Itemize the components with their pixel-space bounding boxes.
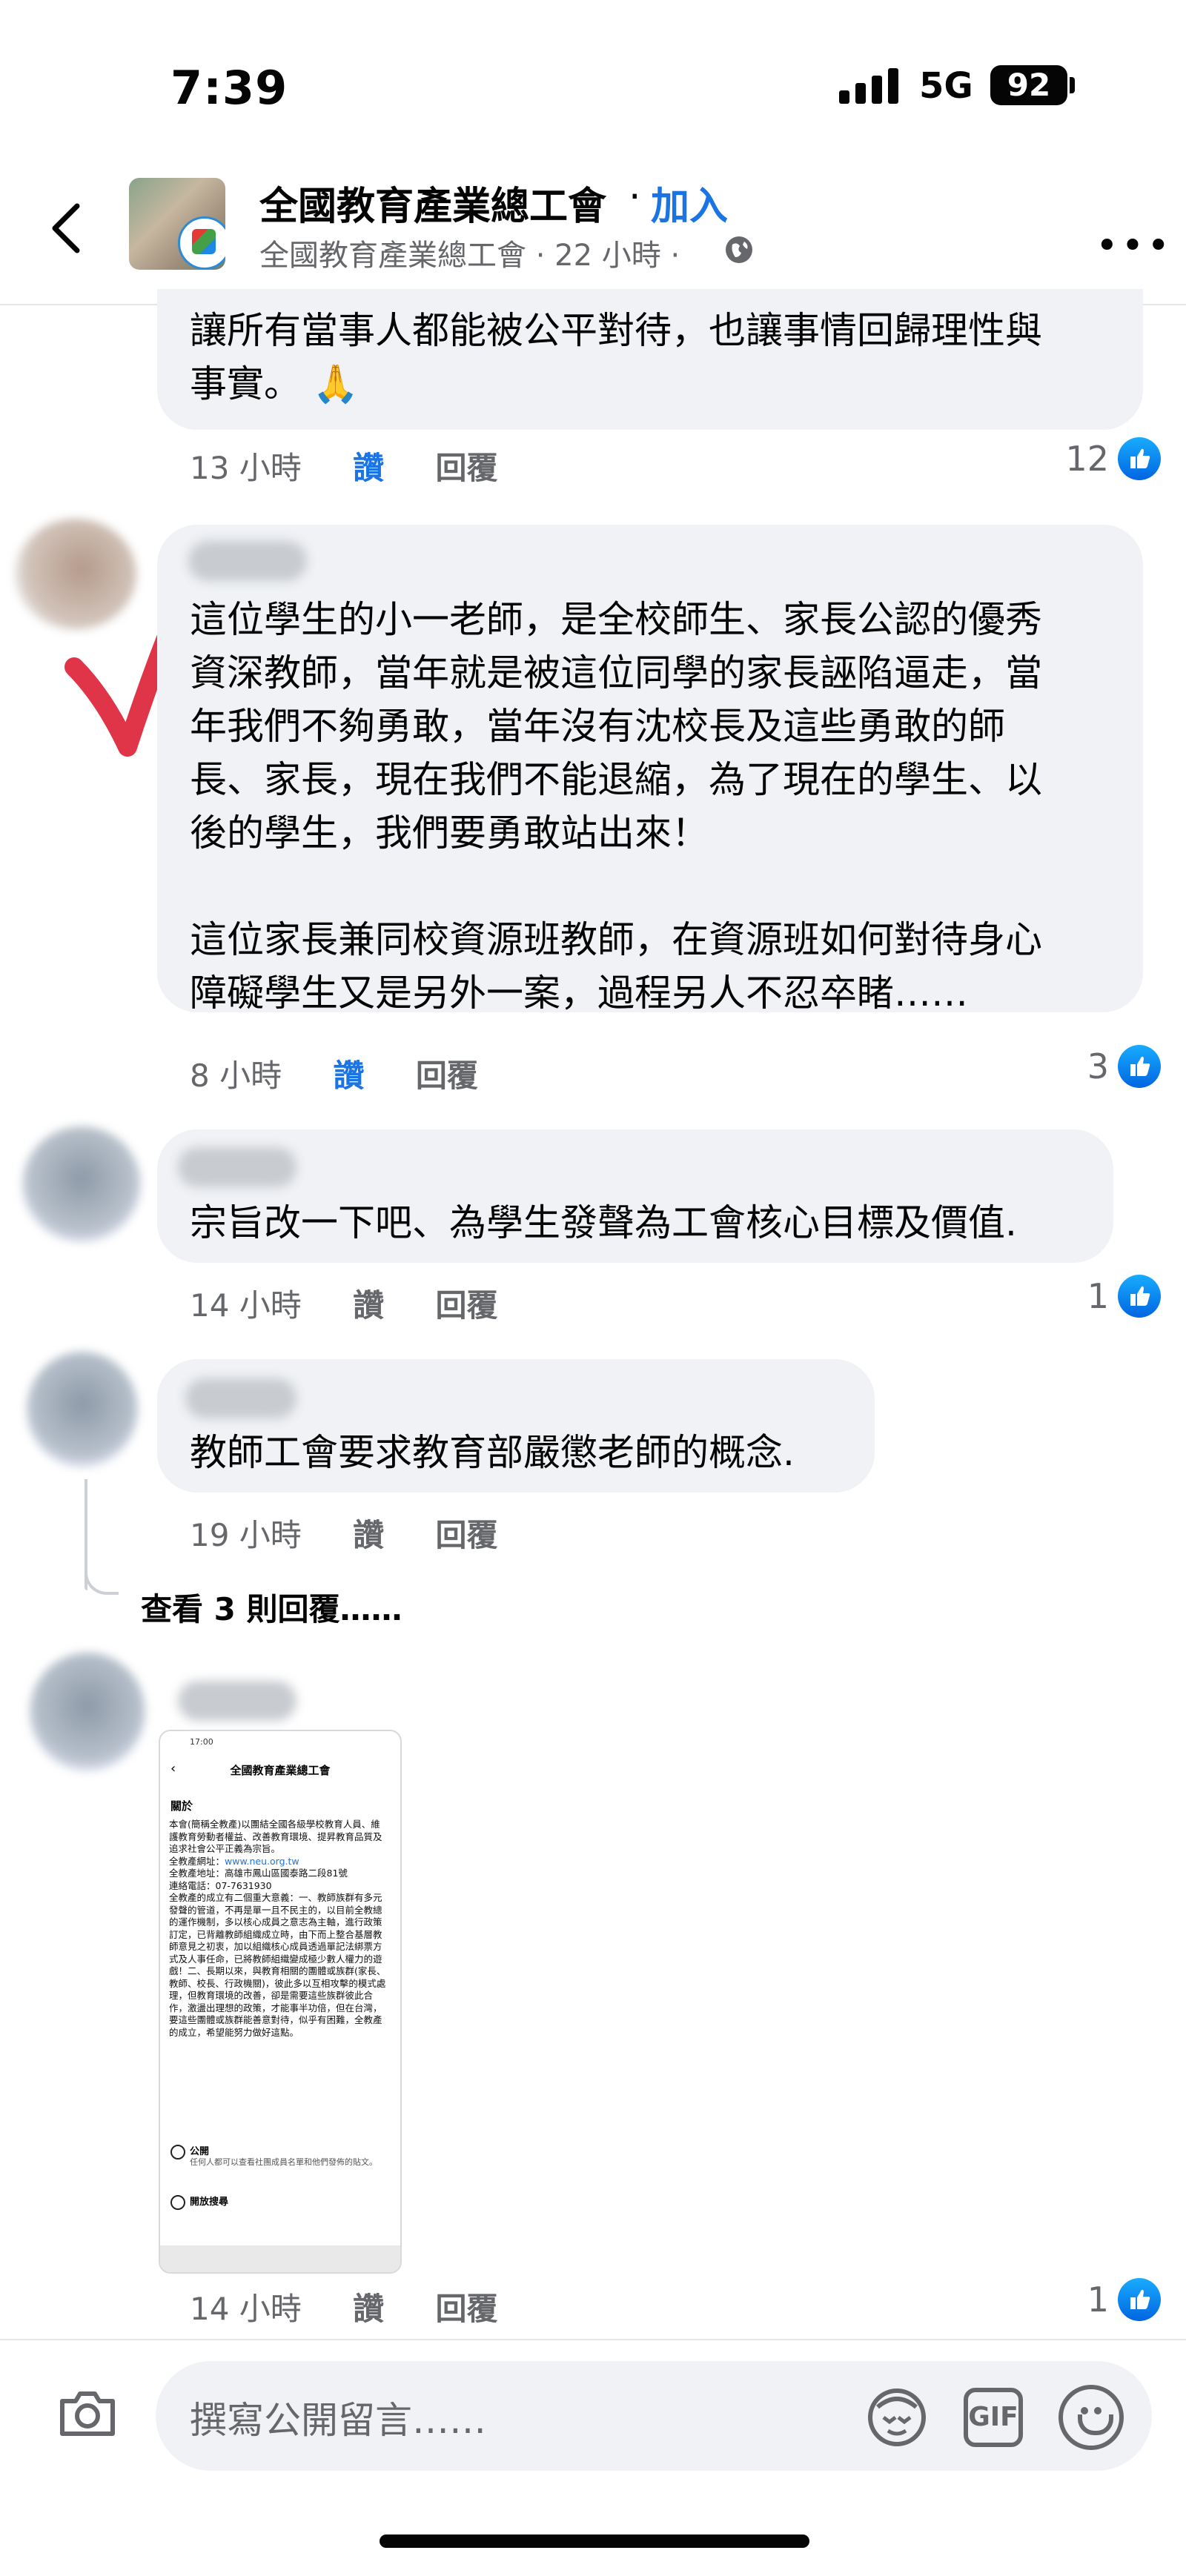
embedded-title: 全國教育產業總工會 <box>230 1764 331 1777</box>
like-button[interactable]: 讚 <box>333 1058 364 1094</box>
like-thumb-icon <box>1118 437 1161 480</box>
commenter-name <box>185 1378 296 1418</box>
avatar-sticker-icon[interactable] <box>863 2385 931 2450</box>
comment-meta: 13 小時 讚 回覆 <box>190 443 498 488</box>
embedded-body: 本會(簡稱全教產)以團結全國各級學校教育人員、維護教育勞動者權益、改善教育環境、… <box>169 1819 386 2038</box>
commenter-name <box>188 541 307 581</box>
attached-screenshot[interactable]: 17:00 ‹ 全國教育產業總工會 關於 本會(簡稱全教產)以團結全國各級學校教… <box>159 1730 402 2274</box>
like-thumb-icon <box>1118 1045 1161 1088</box>
more-icon[interactable]: ••• <box>1096 224 1173 268</box>
post-subline: 全國教育產業總工會 · 22 小時 · <box>259 239 680 273</box>
commenter-name <box>178 1681 296 1721</box>
battery-icon: 92 <box>990 65 1067 105</box>
like-count: 1 <box>1087 1276 1109 1316</box>
like-count: 1 <box>1087 2280 1109 2320</box>
comment-time: 13 小時 <box>190 450 302 486</box>
comment-time: 8 小時 <box>190 1058 282 1094</box>
avatar[interactable] <box>30 1653 145 1771</box>
reply-button[interactable]: 回覆 <box>436 1517 498 1553</box>
view-replies-link[interactable]: 查看 3 則回覆…… <box>141 1584 402 1630</box>
page-avatar[interactable] <box>129 178 225 270</box>
comment-time: 14 小時 <box>190 2291 302 2327</box>
embedded-eye-icon <box>170 2195 185 2210</box>
comment-meta: 14 小時 讚 回覆 <box>190 2284 498 2329</box>
embedded-open-label: 開放搜尋 <box>190 2197 229 2208</box>
comment-text: 宗旨改一下吧、為學生發聲為工會核心目標及價值. <box>190 1201 1017 1244</box>
camera-icon[interactable] <box>56 2388 119 2440</box>
comment-text: 教師工會要求教育部嚴懲老師的概念. <box>190 1431 795 1474</box>
back-chevron-icon[interactable] <box>44 199 89 258</box>
comment-meta: 19 小時 讚 回覆 <box>190 1510 498 1556</box>
like-thumb-icon <box>1118 1275 1161 1318</box>
embedded-status-bar: 17:00 <box>190 1737 213 1747</box>
join-button[interactable]: 加入 <box>651 175 728 230</box>
commenter-name <box>178 1147 296 1187</box>
comment-text: 這位學生的小一老師，是全校師生、家長公認的優秀 資深教師，當年就是被這位同學的家… <box>190 598 1042 1015</box>
embedded-heading: 關於 <box>170 1799 193 1813</box>
like-button[interactable]: 讚 <box>353 2291 384 2327</box>
comment-time: 14 小時 <box>190 1287 302 1324</box>
page-title[interactable]: 全國教育產業總工會 <box>259 175 606 230</box>
embedded-nav-bar <box>160 2245 400 2272</box>
reply-button[interactable]: 回覆 <box>416 1058 478 1094</box>
like-count: 12 <box>1065 439 1109 479</box>
reply-button[interactable]: 回覆 <box>436 450 498 486</box>
network-label: 5G <box>919 65 973 107</box>
emoji-icon[interactable] <box>1059 2385 1124 2450</box>
thread-line-curve <box>85 1556 119 1595</box>
comment-text: 讓所有當事人都能被公平對待，也讓事情回歸理性與 事實。 🙏 <box>190 309 1042 405</box>
globe-icon <box>726 236 752 263</box>
like-thumb-icon <box>1118 2278 1161 2321</box>
comment-meta: 8 小時 讚 回覆 <box>190 1051 478 1096</box>
avatar[interactable] <box>22 1126 141 1242</box>
like-count: 3 <box>1087 1046 1109 1086</box>
avatar[interactable] <box>27 1352 138 1467</box>
like-button[interactable]: 讚 <box>353 1517 384 1553</box>
union-logo <box>178 216 225 270</box>
embedded-globe-icon <box>170 2145 185 2160</box>
embedded-public-label: 公開 <box>190 2146 210 2157</box>
battery-tip <box>1070 77 1075 93</box>
gif-icon[interactable]: GIF <box>964 2388 1023 2447</box>
embedded-public-desc: 任何人都可以查看社團成員名單和他們發佈的貼文。 <box>190 2157 377 2167</box>
comment-placeholder: 撰寫公開留言…… <box>190 2399 486 2442</box>
home-indicator <box>380 2534 809 2548</box>
reply-button[interactable]: 回覆 <box>436 1287 498 1324</box>
like-button[interactable]: 讚 <box>353 450 384 486</box>
comment-meta: 14 小時 讚 回覆 <box>190 1281 498 1326</box>
like-button[interactable]: 讚 <box>353 1287 384 1324</box>
comment-time: 19 小時 <box>190 1517 302 1553</box>
signal-icon <box>839 67 898 104</box>
status-time: 7:39 <box>170 61 288 115</box>
reply-button[interactable]: 回覆 <box>436 2291 498 2327</box>
separator-dot: · <box>629 175 641 219</box>
